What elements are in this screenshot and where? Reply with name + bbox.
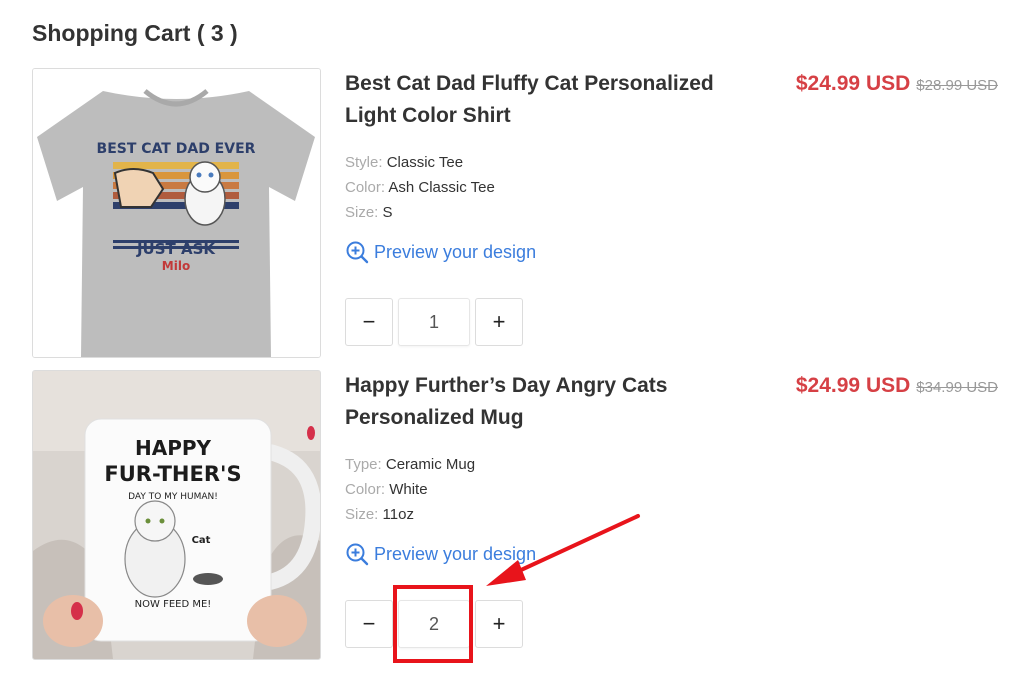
attr-value: 11oz: [382, 506, 414, 523]
mug-text-line4: Cat: [192, 535, 211, 546]
attr-value: Ceramic Mug: [385, 456, 476, 473]
product-price: $24.99 USD $28.99 USD: [796, 72, 998, 96]
price-original: $28.99 USD: [916, 77, 998, 94]
product-image-mug[interactable]: HAPPY FUR-THER'S DAY TO MY HUMAN! Cat NO…: [32, 370, 321, 660]
attr-value: Ash Classic Tee: [388, 179, 495, 196]
shirt-text-line3: Milo: [162, 259, 190, 273]
zoom-in-icon: [346, 543, 369, 566]
increase-quantity-button[interactable]: +: [475, 298, 523, 346]
price-original: $34.99 USD: [916, 379, 998, 396]
annotation-highlight-box: [393, 585, 473, 663]
preview-design-link[interactable]: Preview your design: [345, 240, 536, 264]
attr-value: White: [389, 481, 428, 498]
product-name[interactable]: Happy Further’s Day Angry Cats Personali…: [345, 370, 745, 434]
product-name[interactable]: Best Cat Dad Fluffy Cat Personalized Lig…: [345, 68, 745, 132]
cart-title: Shopping Cart ( 3 ): [32, 20, 238, 46]
attr-key: Color:: [345, 481, 386, 498]
mug-text-line3: DAY TO MY HUMAN!: [128, 492, 218, 502]
price-current: $24.99 USD: [795, 72, 911, 95]
attr-size: Size: 11oz: [345, 502, 475, 527]
shirt-text-line2: JUST ASK: [136, 240, 216, 258]
attr-value: S: [382, 204, 393, 221]
attr-value: Classic Tee: [386, 154, 464, 171]
zoom-in-icon: [346, 241, 369, 264]
product-attributes: Type: Ceramic Mug Color: White Size: 11o…: [345, 452, 475, 527]
product-price: $24.99 USD $34.99 USD: [796, 374, 998, 398]
attr-key: Style:: [345, 154, 383, 171]
cart-item: BEST CAT DAD EVER JUST ASK Milo Best Cat…: [32, 68, 1002, 358]
attr-color: Color: Ash Classic Tee: [345, 175, 495, 200]
product-attributes: Style: Classic Tee Color: Ash Classic Te…: [345, 150, 495, 225]
attr-style: Style: Classic Tee: [345, 150, 495, 175]
attr-key: Size:: [345, 506, 379, 523]
attr-color: Color: White: [345, 477, 475, 502]
shirt-text-line1: BEST CAT DAD EVER: [97, 141, 256, 157]
decrease-quantity-button[interactable]: −: [345, 600, 393, 648]
mug-text-line2: FUR-THER'S: [104, 462, 241, 486]
decrease-quantity-button[interactable]: −: [345, 298, 393, 346]
preview-design-label[interactable]: Preview your design: [374, 242, 536, 263]
attr-type: Type: Ceramic Mug: [345, 452, 475, 477]
price-current: $24.99 USD: [795, 374, 911, 397]
quantity-input[interactable]: 1: [398, 298, 470, 346]
quantity-stepper: − 1 +: [345, 298, 523, 346]
mug-text-line5: NOW FEED ME!: [135, 599, 212, 610]
attr-size: Size: S: [345, 200, 495, 225]
annotation-arrow-icon: [486, 514, 640, 586]
increase-quantity-button[interactable]: +: [475, 600, 523, 648]
mug-text-line1: HAPPY: [135, 436, 212, 460]
cart-page: Shopping Cart ( 3 ) BEST CAT DAD EVER JU…: [0, 0, 1021, 677]
attr-key: Type:: [345, 456, 382, 473]
attr-key: Size:: [345, 204, 379, 221]
product-image-shirt[interactable]: BEST CAT DAD EVER JUST ASK Milo: [32, 68, 321, 358]
attr-key: Color:: [345, 179, 386, 196]
